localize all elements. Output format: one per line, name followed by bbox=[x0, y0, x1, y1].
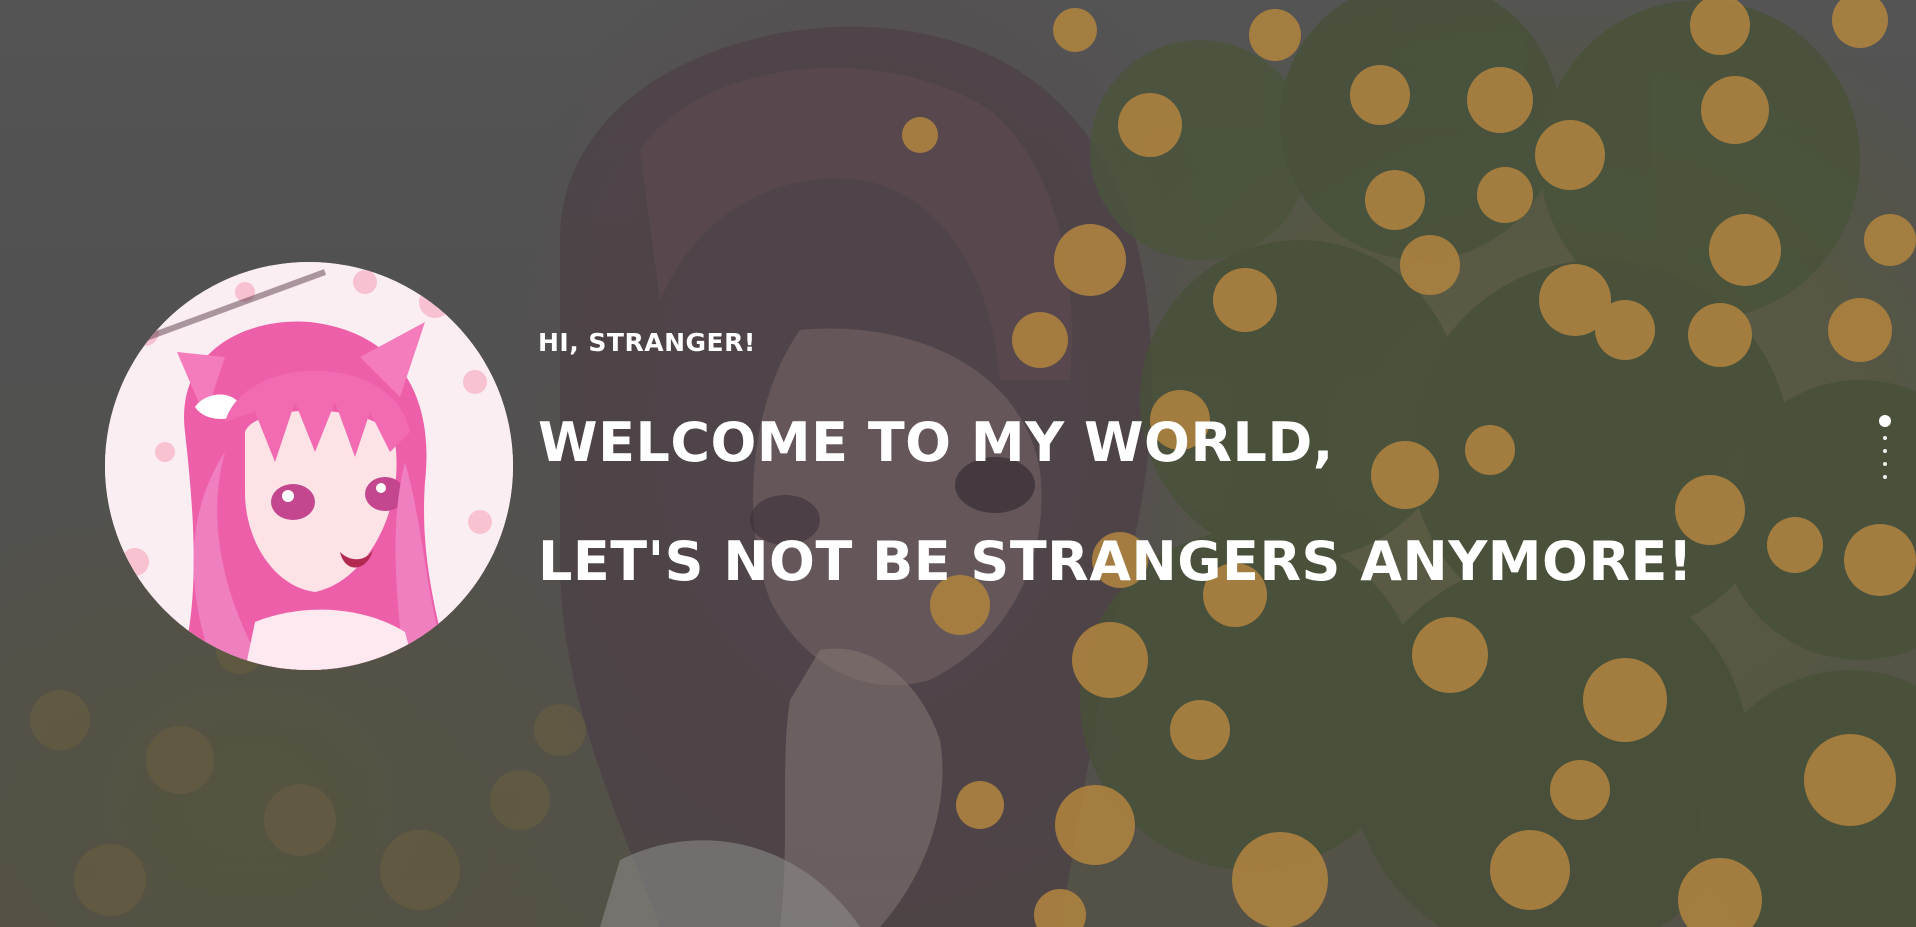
avatar bbox=[105, 262, 513, 670]
pagination-dot-2[interactable] bbox=[1883, 436, 1887, 440]
pagination-dot-4[interactable] bbox=[1883, 462, 1887, 466]
headline-line-2: LET'S NOT BE STRANGERS ANYMORE! bbox=[538, 530, 1694, 593]
pagination-dot-5[interactable] bbox=[1883, 475, 1887, 479]
headline-line-1: WELCOME TO MY WORLD, bbox=[538, 411, 1334, 474]
pagination-dot-3[interactable] bbox=[1883, 449, 1887, 453]
anime-cat-girl-avatar-icon bbox=[105, 262, 513, 670]
section-pagination bbox=[1878, 415, 1892, 488]
greeting-text: HI, STRANGER! bbox=[538, 328, 756, 357]
hero-section: HI, STRANGER! WELCOME TO MY WORLD, LET'S… bbox=[0, 0, 1916, 927]
pagination-dot-1[interactable] bbox=[1879, 415, 1891, 427]
intro-block: HI, STRANGER! WELCOME TO MY WORLD, LET'S… bbox=[538, 326, 1693, 593]
